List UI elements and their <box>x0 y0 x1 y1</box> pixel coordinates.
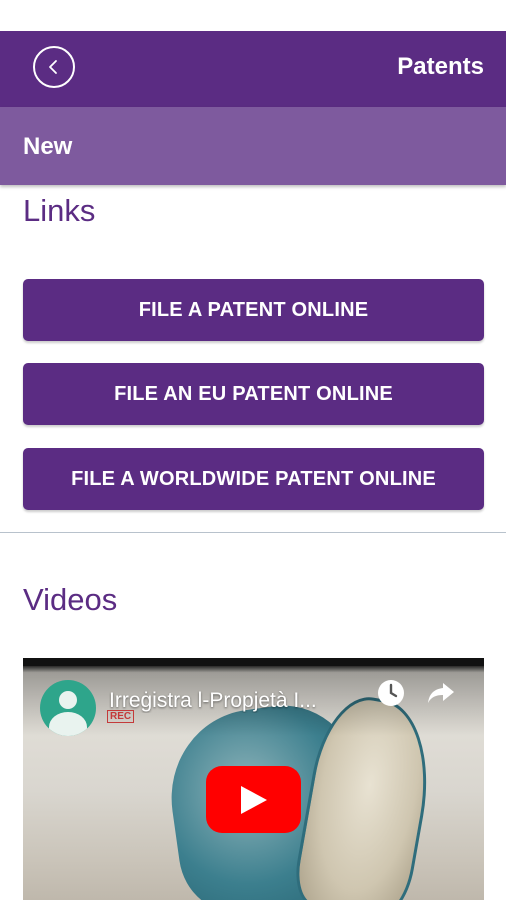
rec-badge: REC <box>107 710 135 723</box>
channel-avatar-icon[interactable] <box>40 680 96 736</box>
top-app-bar: Patents <box>0 31 506 107</box>
video-top-strip <box>23 658 484 666</box>
links-heading: Links <box>23 193 96 228</box>
section-bar: New <box>0 107 506 185</box>
file-worldwide-patent-online-button[interactable]: FILE A WORLDWIDE PATENT ONLINE <box>23 448 484 510</box>
page-title: Patents <box>397 53 484 80</box>
videos-heading: Videos <box>23 582 118 617</box>
back-button[interactable] <box>33 46 75 88</box>
file-eu-patent-online-button[interactable]: FILE AN EU PATENT ONLINE <box>23 363 484 425</box>
play-button[interactable] <box>206 766 301 833</box>
divider <box>0 532 506 533</box>
section-bar-label: New <box>23 133 73 160</box>
file-patent-online-button[interactable]: FILE A PATENT ONLINE <box>23 279 484 341</box>
watch-later-icon[interactable] <box>376 678 406 708</box>
play-icon <box>240 785 267 814</box>
video-player[interactable]: Irreġistra l-Propjetà I... REC <box>23 658 484 900</box>
video-title[interactable]: Irreġistra l-Propjetà I... <box>109 689 379 713</box>
chevron-left-icon <box>49 60 57 74</box>
share-icon[interactable] <box>426 680 456 706</box>
